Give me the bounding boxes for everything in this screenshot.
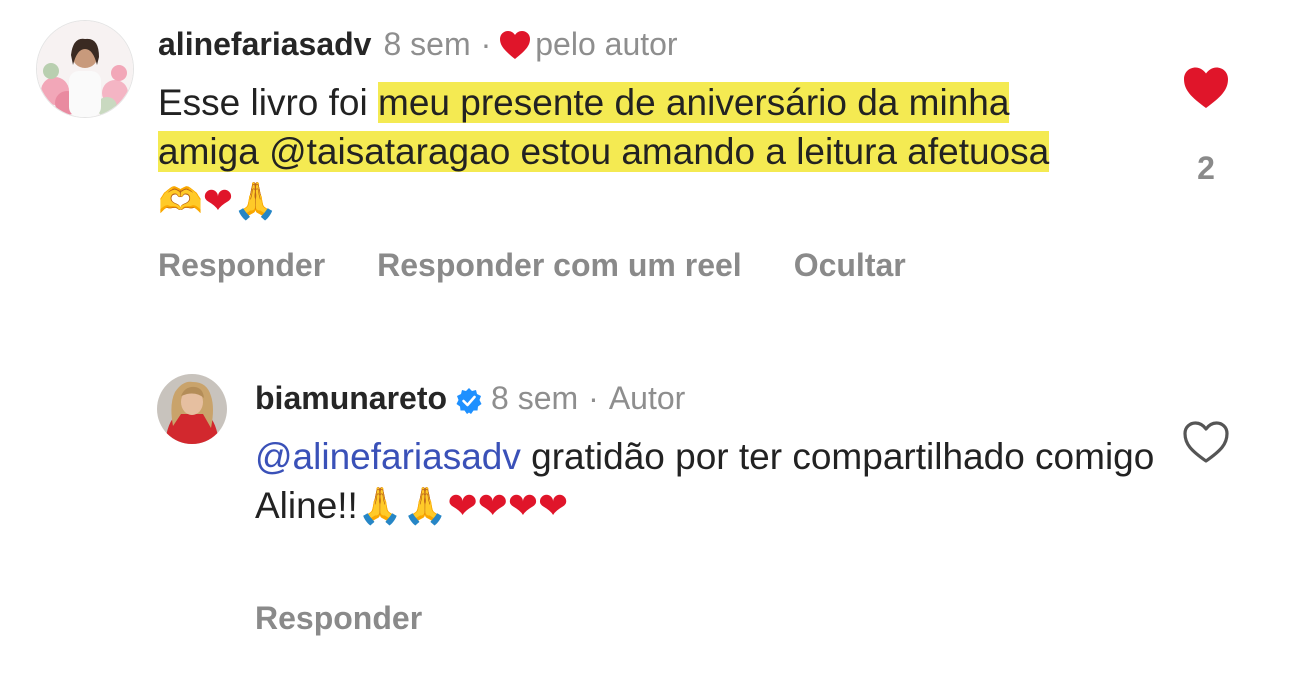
heart-icon <box>499 29 531 59</box>
author-label: Autor <box>608 380 686 416</box>
red-heart-emoji: ❤ <box>538 486 569 527</box>
reply-item: biamunareto 8 sem · Autor @alinefariasad… <box>0 350 1290 687</box>
comment-username[interactable]: alinefariasadv <box>158 24 371 64</box>
heart-hands-emoji: 🫶 <box>158 181 203 222</box>
red-heart-emoji: ❤ <box>507 486 539 527</box>
comment-time: 8 sem <box>383 26 471 62</box>
praying-hands-emoji: 🙏 <box>402 486 448 527</box>
comment-actions: Responder Responder com um reel Ocultar <box>158 247 906 284</box>
avatar[interactable] <box>157 374 227 444</box>
praying-hands-emoji: 🙏 <box>357 486 403 527</box>
red-heart-emoji: ❤ <box>477 486 508 527</box>
like-button[interactable] <box>1180 420 1232 464</box>
like-count[interactable]: 2 <box>1197 150 1215 187</box>
like-button[interactable]: 2 <box>1180 66 1232 187</box>
comment-username[interactable]: biamunareto <box>255 378 447 418</box>
comment-text-plain: Esse livro foi <box>158 82 379 123</box>
heart-outline-icon[interactable] <box>1182 420 1230 464</box>
red-heart-emoji: ❤ <box>447 486 478 527</box>
comment-mention[interactable]: @alinefariasadv <box>255 436 521 477</box>
author-like-label: pelo autor <box>535 26 678 62</box>
separator-dot: · <box>588 380 599 416</box>
avatar[interactable] <box>36 20 134 118</box>
hide-button[interactable]: Ocultar <box>794 247 906 284</box>
heart-filled-icon[interactable] <box>1182 66 1230 110</box>
comment-actions: Responder <box>255 600 422 637</box>
praying-hands-emoji: 🙏 <box>233 181 278 222</box>
comment-text: Esse livro foi meu presente de aniversár… <box>158 78 1058 226</box>
comment-time: 8 sem <box>491 380 579 416</box>
red-heart-emoji: ❤ <box>202 181 233 222</box>
comment-text-highlight: estou amando a leitura afetuosa <box>510 131 1050 172</box>
comment-text: @alinefariasadv gratidão por ter compart… <box>255 432 1155 531</box>
comment-item: alinefariasadv 8 sem · pelo autor Esse l… <box>0 0 1290 330</box>
reply-with-reel-button[interactable]: Responder com um reel <box>377 247 742 284</box>
verified-badge-icon <box>455 384 483 414</box>
reply-button[interactable]: Responder <box>158 247 325 284</box>
reply-button[interactable]: Responder <box>255 600 422 637</box>
comment-mention[interactable]: @taisataragao <box>269 131 511 172</box>
separator-dot: · <box>480 26 492 62</box>
